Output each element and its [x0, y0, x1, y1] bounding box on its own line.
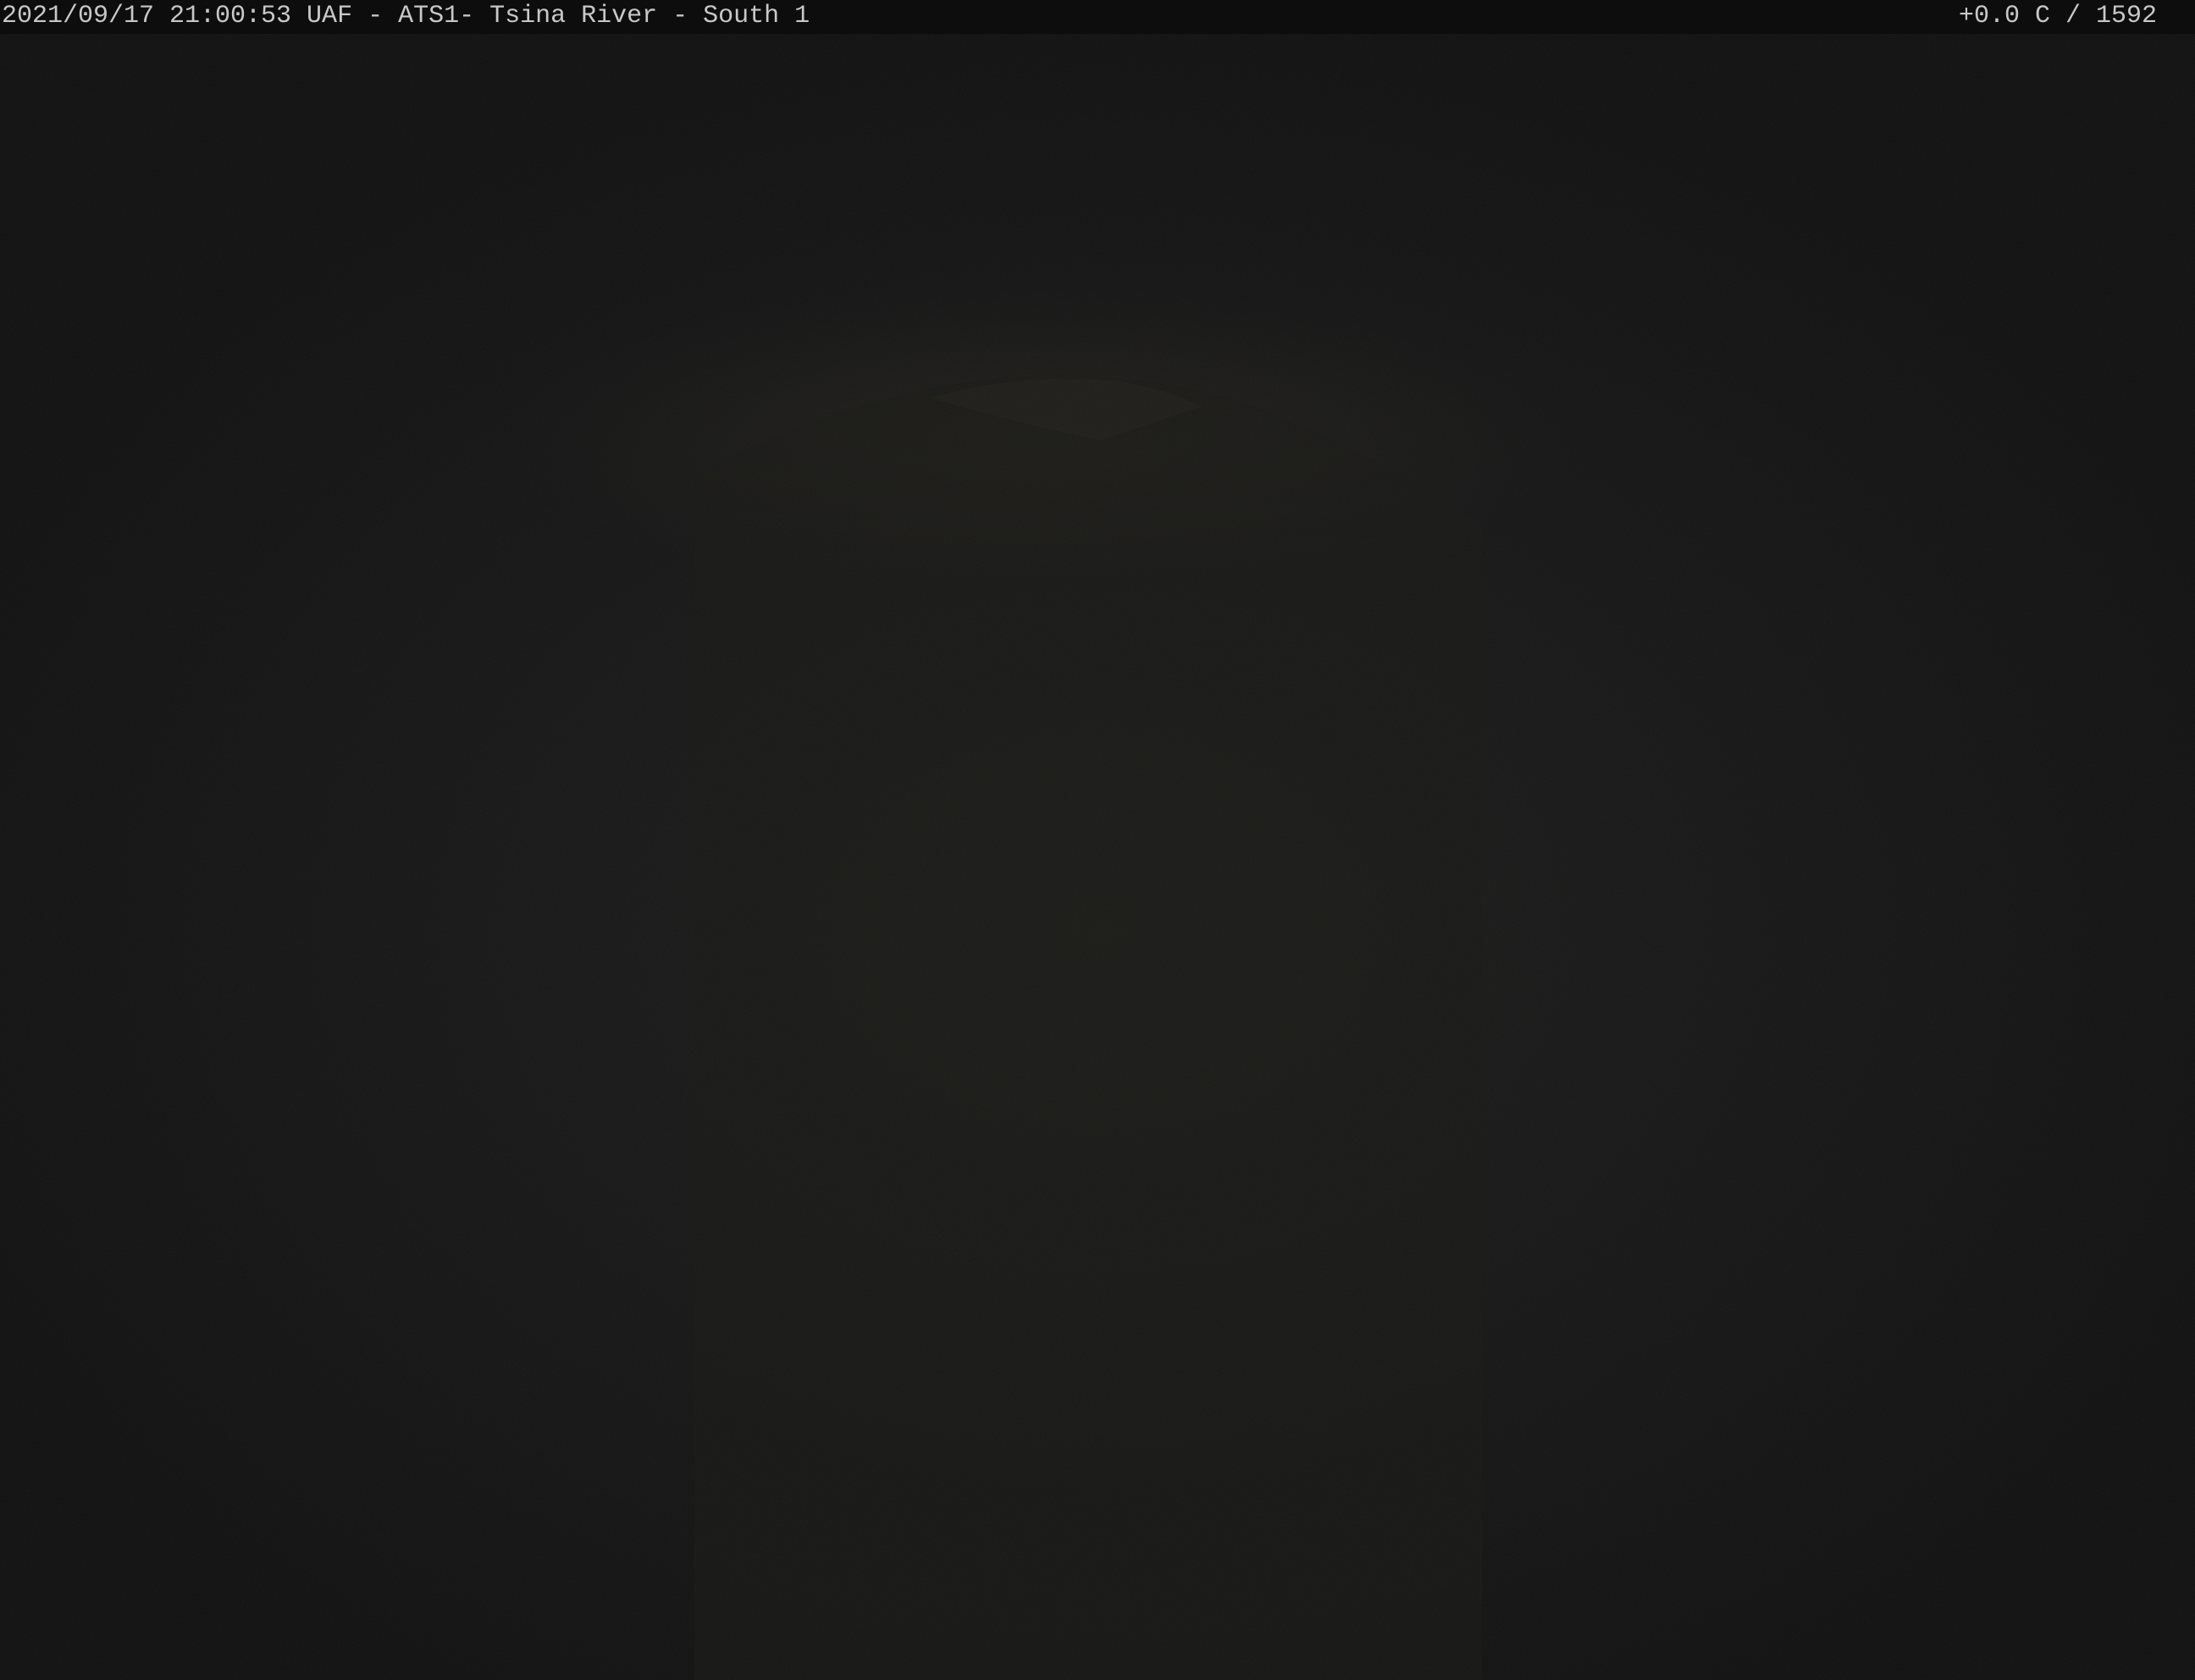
sensor-noise — [0, 0, 2195, 1680]
webcam-image — [0, 0, 2195, 1680]
timestamp-station-label: 2021/09/17 21:00:53 UAF - ATS1- Tsina Ri… — [2, 2, 810, 30]
timestamp-caption-bar: 2021/09/17 21:00:53 UAF - ATS1- Tsina Ri… — [0, 0, 2195, 34]
temperature-readout: +0.0 C / 1592 — [1958, 2, 2157, 30]
